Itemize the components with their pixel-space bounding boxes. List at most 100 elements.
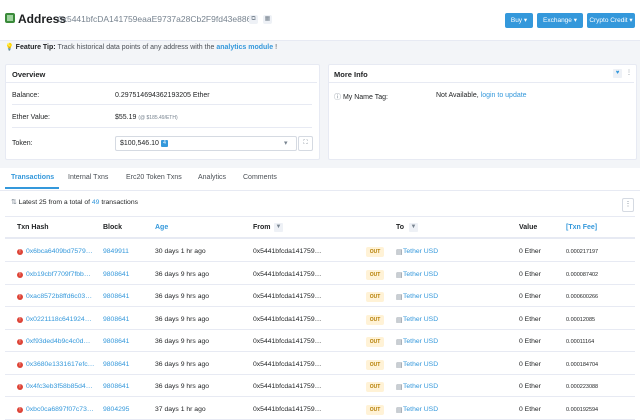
txn-age: 37 days 1 hr ago (155, 405, 206, 413)
exchange-button[interactable]: Exchange ▾ (537, 13, 583, 28)
copy-icon[interactable]: ⧉ (249, 15, 258, 24)
direction-badge: OUT (366, 247, 384, 257)
heart-icon[interactable]: ♥ (613, 69, 622, 78)
qr-code-icon[interactable]: ▦ (263, 15, 272, 24)
divider (12, 104, 312, 105)
txn-hash-link[interactable]: 0x4fc3eb3f58b85d4… (26, 383, 93, 390)
block-link[interactable]: 9808641 (103, 316, 129, 323)
txn-age: 36 days 9 hrs ago (155, 338, 210, 345)
document-icon: ▤ (396, 271, 403, 279)
txn-value: 0 Ether (519, 383, 541, 390)
filter-icon[interactable]: ▼ (409, 223, 418, 232)
txn-hash-link[interactable]: 0x3680e1331617efc… (26, 361, 94, 368)
login-link[interactable]: login to update (481, 92, 527, 99)
to-token-link[interactable]: Tether USD (403, 293, 438, 300)
block-link[interactable]: 9808641 (103, 383, 129, 390)
from-address: 0x5441bfcda141759… (253, 338, 322, 345)
buy-button[interactable]: Buy ▾ (505, 13, 533, 28)
table-options-icon[interactable]: ⋮ (622, 198, 634, 212)
ether-value-label: Ether Value: (12, 114, 51, 121)
balance-label: Balance: (12, 92, 40, 99)
txn-value: 0 Ether (519, 360, 541, 368)
token-count-badge: 4 (161, 140, 168, 147)
active-tab-indicator (5, 187, 59, 189)
row-divider (5, 351, 635, 352)
feature-tip: 💡 Feature Tip: Track historical data poi… (5, 43, 277, 51)
block-link[interactable]: 9808641 (103, 271, 129, 278)
document-icon: ▤ (396, 339, 403, 346)
overview-title: Overview (12, 70, 46, 79)
from-address: 0x5441bfcda141759… (253, 383, 322, 390)
to-token-link[interactable]: Tether USD (403, 338, 438, 345)
txn-hash-link[interactable]: 0x6bca6409bd7579… (26, 248, 93, 255)
from-address: 0x5441bfcda141759… (253, 360, 322, 368)
txn-value: 0 Ether (519, 293, 541, 300)
txn-age: 36 days 9 hrs ago (155, 360, 210, 368)
token-label: Token: (12, 140, 33, 147)
error-icon: ! (17, 316, 23, 323)
token-dropdown[interactable]: $100,546.10 4 ▾ (115, 136, 297, 151)
more-options-icon[interactable]: ⋮ (625, 69, 633, 78)
divider (6, 82, 317, 83)
tip-label: Feature Tip: (15, 44, 56, 51)
document-icon: ▤ (396, 316, 403, 324)
col-age[interactable]: Age (155, 224, 168, 231)
divider (329, 82, 634, 83)
block-link[interactable]: 9804295 (103, 406, 129, 413)
sort-icon: ⇅ (11, 199, 17, 206)
row-divider (5, 396, 635, 397)
row-divider (5, 306, 635, 307)
tab-comments[interactable]: Comments (243, 174, 277, 181)
txn-age: 36 days 9 hrs ago (155, 293, 210, 300)
from-address: 0x5441bfcda141759… (253, 315, 322, 323)
tip-text: Track historical data points of any addr… (57, 44, 215, 51)
txn-fee: 0.000217197 (566, 249, 599, 255)
from-address: 0x5441bfcda141759… (253, 248, 322, 255)
txn-value: 0 Ether (519, 315, 541, 323)
row-divider (5, 373, 635, 375)
name-tag-value: Not Available, login to update (436, 92, 527, 99)
tab-internal-txns[interactable]: Internal Txns (68, 174, 108, 181)
to-token-link[interactable]: Tether USD (403, 383, 438, 390)
error-icon: ! (17, 249, 23, 255)
filter-icon[interactable]: ▼ (274, 223, 283, 232)
tab-erc20-token-txns[interactable]: Erc20 Token Txns (126, 174, 182, 181)
ether-value: $55.19 (@ $185.49/ETH) (115, 114, 178, 121)
row-divider (5, 283, 635, 285)
txn-hash-link[interactable]: 0xb19cbf7709f7fbb… (26, 271, 91, 278)
txn-fee: 0.000087402 (566, 271, 599, 278)
divider (12, 127, 312, 128)
txn-hash-link[interactable]: 0x0221118c641924… (26, 316, 92, 323)
document-icon: ▤ (396, 249, 403, 256)
chevron-down-icon: ▾ (284, 140, 288, 147)
to-token-link[interactable]: Tether USD (403, 316, 438, 323)
txn-hash-link[interactable]: 0xf93ded4b9c4c0d… (26, 338, 90, 345)
block-link[interactable]: 9808641 (103, 293, 129, 300)
txn-age: 36 days 9 hrs ago (155, 315, 210, 323)
col-txn-fee[interactable]: [Txn Fee] (566, 224, 597, 231)
txn-age: 36 days 9 hrs ago (155, 270, 210, 278)
expand-icon[interactable]: ⛶ (298, 136, 313, 151)
block-link[interactable]: 9808641 (103, 361, 129, 368)
to-token-link[interactable]: Tether USD (403, 271, 438, 278)
col-txn-hash: Txn Hash (17, 224, 49, 231)
block-link[interactable]: 9808641 (103, 338, 129, 345)
txn-hash-link[interactable]: 0xac8572b8ffd6c03… (26, 293, 92, 300)
tab-transactions[interactable]: Transactions (11, 174, 54, 181)
to-token-link[interactable]: Tether USD (403, 248, 438, 255)
direction-badge: OUT (366, 359, 384, 370)
crypto-credit-button[interactable]: Crypto Credit ▾ (587, 13, 635, 28)
from-address: 0x5441bfcda141759… (253, 405, 322, 413)
to-token-link[interactable]: Tether USD (403, 361, 438, 368)
block-link[interactable]: 9849911 (103, 248, 129, 255)
txn-hash-link[interactable]: 0xbc0ca6897f07c73… (26, 406, 94, 413)
tip-end: ! (275, 44, 278, 51)
tab-analytics[interactable]: Analytics (198, 174, 226, 181)
row-divider (5, 261, 635, 262)
analytics-module-link[interactable]: analytics module (216, 44, 273, 51)
total-count-link[interactable]: 49 (92, 199, 100, 206)
address-avatar-icon (5, 13, 15, 23)
to-token-link[interactable]: Tether USD (403, 406, 438, 413)
txn-value: 0 Ether (519, 248, 541, 255)
txn-value: 0 Ether (519, 405, 541, 413)
